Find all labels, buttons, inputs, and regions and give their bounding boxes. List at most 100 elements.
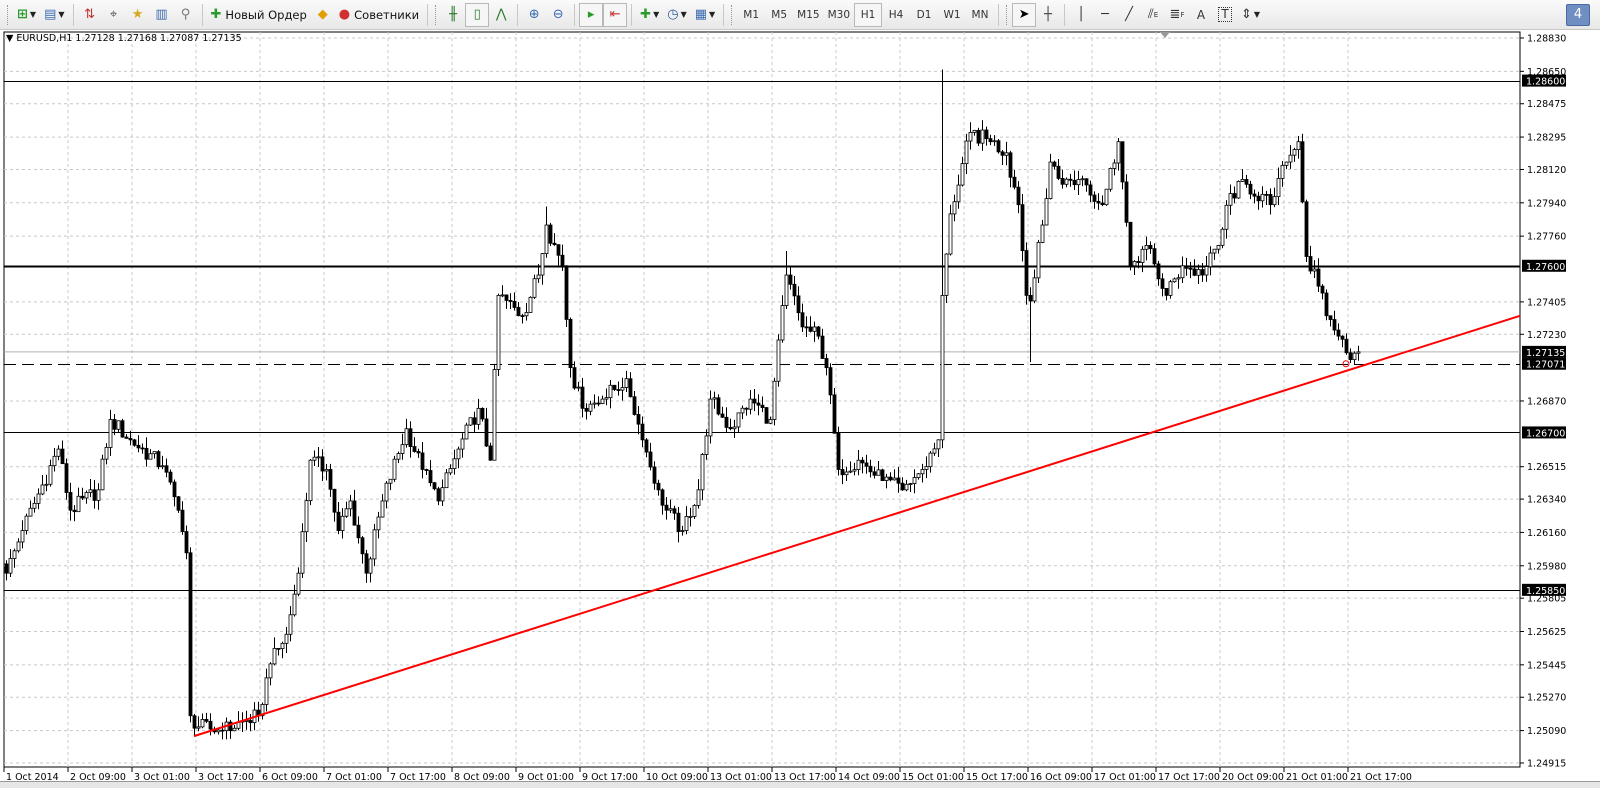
candle-body-bull bbox=[960, 163, 965, 186]
candle-body-bull bbox=[476, 407, 481, 425]
candle-body-bull bbox=[784, 274, 789, 306]
candle-body-bull bbox=[920, 469, 925, 475]
candle-body-bear bbox=[436, 488, 441, 502]
navigator-button[interactable]: ★ bbox=[126, 3, 150, 27]
timeframe-m15[interactable]: M15 bbox=[793, 3, 823, 27]
candle-body-bear bbox=[752, 398, 757, 404]
candle-body-bull bbox=[536, 274, 541, 280]
text-label-button[interactable]: T bbox=[1213, 3, 1237, 27]
arrows-button[interactable]: ⇕ ▼ bbox=[1237, 3, 1264, 27]
zoom-out-button[interactable]: ⊖ bbox=[546, 3, 570, 27]
timeframe-w1[interactable]: W1 bbox=[938, 3, 966, 27]
periods-button[interactable]: ◷ ▼ bbox=[663, 3, 691, 27]
timeframe-m1[interactable]: M1 bbox=[737, 3, 765, 27]
line-chart-button[interactable]: ⋀ bbox=[489, 3, 513, 27]
timeframe-mn[interactable]: MN bbox=[966, 3, 994, 27]
zoom-in-button[interactable]: ⊕ bbox=[522, 3, 546, 27]
toolbar-separator bbox=[427, 3, 429, 26]
candle bbox=[692, 504, 697, 519]
toolbar-grip[interactable] bbox=[731, 4, 734, 25]
chart-shift-button[interactable]: ⇤ bbox=[603, 2, 628, 27]
chart-tabs-bar[interactable] bbox=[0, 781, 1600, 788]
candle-body-bull bbox=[936, 439, 941, 450]
candle-body-bear bbox=[520, 315, 525, 318]
candle-body-bear bbox=[432, 482, 437, 490]
candle-body-bull bbox=[1140, 248, 1145, 263]
indicators-button[interactable]: ✚ ▼ bbox=[636, 3, 663, 27]
candle-body-bear bbox=[424, 469, 429, 471]
profiles-button[interactable]: ▤ ▼ bbox=[40, 3, 68, 27]
data-window-button[interactable]: ⌖ bbox=[102, 3, 126, 27]
templates-button[interactable]: ▦ ▼ bbox=[691, 3, 719, 27]
fibonacci-button[interactable]: ≣ F bbox=[1165, 3, 1189, 27]
autoscroll-button[interactable]: ▸ bbox=[579, 2, 604, 27]
candle-body-bear bbox=[820, 335, 825, 359]
candle-body-bull bbox=[464, 424, 469, 440]
candle-body-bear bbox=[880, 469, 885, 481]
crosshair-icon: ┼ bbox=[1044, 7, 1052, 22]
crosshair-tool-button[interactable]: ┼ bbox=[1036, 3, 1060, 27]
strategy-tester-button[interactable]: ⚲ bbox=[174, 3, 198, 27]
candle-body-bull bbox=[1196, 269, 1201, 276]
experts-button[interactable]: ● Советники bbox=[335, 3, 423, 27]
candle-body-bear bbox=[1336, 329, 1341, 337]
market-watch-button[interactable]: ⇅ bbox=[78, 3, 102, 27]
candle-body-bull bbox=[388, 478, 393, 484]
terminal-button[interactable]: ▥ bbox=[150, 3, 174, 27]
candle-body-bear bbox=[208, 720, 213, 730]
toolbar-grip[interactable] bbox=[7, 4, 10, 25]
candle-body-bull bbox=[884, 476, 889, 481]
toolbar-grip[interactable] bbox=[1006, 4, 1009, 25]
candlestick-chart-button[interactable]: ▯ bbox=[465, 2, 490, 27]
candle-body-bull bbox=[196, 726, 201, 729]
candle-body-bear bbox=[1340, 335, 1345, 340]
price-chart[interactable]: 1.288301.286501.284751.282951.281201.279… bbox=[0, 30, 1600, 788]
timeframe-h4[interactable]: H4 bbox=[882, 3, 910, 27]
candle-body-bear bbox=[156, 451, 161, 468]
new-chart-button[interactable]: ⊞ ▼ bbox=[13, 3, 40, 27]
candle-body-bull bbox=[1044, 198, 1049, 226]
candle-body-bull bbox=[148, 453, 153, 460]
candle-body-bull bbox=[1176, 277, 1181, 280]
candle-body-bear bbox=[816, 326, 821, 337]
candle-body-bear bbox=[172, 481, 177, 498]
candle-body-bull bbox=[1216, 245, 1221, 250]
toolbar-grip[interactable] bbox=[435, 4, 438, 25]
candle-body-bull bbox=[104, 447, 109, 460]
equidistant-channel-button[interactable]: ⫽ E bbox=[1141, 3, 1165, 27]
price-tick-label: 1.25625 bbox=[1527, 627, 1566, 638]
vertical-line-button[interactable]: │ bbox=[1069, 3, 1093, 27]
candle-body-bull bbox=[736, 412, 741, 428]
cursor-tool-button[interactable]: ➤ bbox=[1012, 2, 1037, 27]
candle-body-bull bbox=[924, 466, 929, 470]
trendline-button[interactable]: ╱ bbox=[1117, 3, 1141, 27]
timeframe-m5[interactable]: M5 bbox=[765, 3, 793, 27]
candle-body-bull bbox=[268, 663, 273, 679]
candle bbox=[132, 438, 137, 447]
chart-window[interactable]: ▼ EURUSD,H1 1.27128 1.27168 1.27087 1.27… bbox=[0, 30, 1600, 788]
candle-body-bear bbox=[1188, 267, 1193, 270]
candle-body-bear bbox=[1156, 263, 1161, 280]
candle-body-bull bbox=[340, 515, 345, 531]
bar-chart-button[interactable]: ╫ bbox=[441, 3, 465, 27]
horizontal-line-button[interactable]: ─ bbox=[1093, 3, 1117, 27]
notifications-badge[interactable]: 4 bbox=[1566, 4, 1590, 26]
autotrading-warning-button[interactable]: ◆ bbox=[311, 3, 335, 27]
candle-body-bear bbox=[836, 432, 841, 470]
candle-body-bear bbox=[1100, 202, 1105, 206]
candle bbox=[548, 222, 553, 246]
candle-body-bear bbox=[68, 492, 73, 511]
new-order-button[interactable]: ✚ Новый Ордер bbox=[207, 3, 311, 27]
candle-body-bear bbox=[512, 300, 517, 308]
candle-body-bear bbox=[176, 496, 181, 511]
timeframe-h1[interactable]: H1 bbox=[854, 2, 883, 27]
timeframe-d1[interactable]: D1 bbox=[910, 3, 938, 27]
candle-body-bull bbox=[1224, 204, 1229, 230]
timeframe-m30[interactable]: M30 bbox=[824, 3, 854, 27]
candle-body-bull bbox=[532, 278, 537, 298]
candle-body-bear bbox=[792, 283, 797, 297]
text-tool-button[interactable]: A bbox=[1189, 3, 1213, 27]
candle bbox=[100, 454, 105, 491]
candle-body-bear bbox=[128, 437, 133, 441]
candle-body-bull bbox=[1356, 351, 1361, 354]
